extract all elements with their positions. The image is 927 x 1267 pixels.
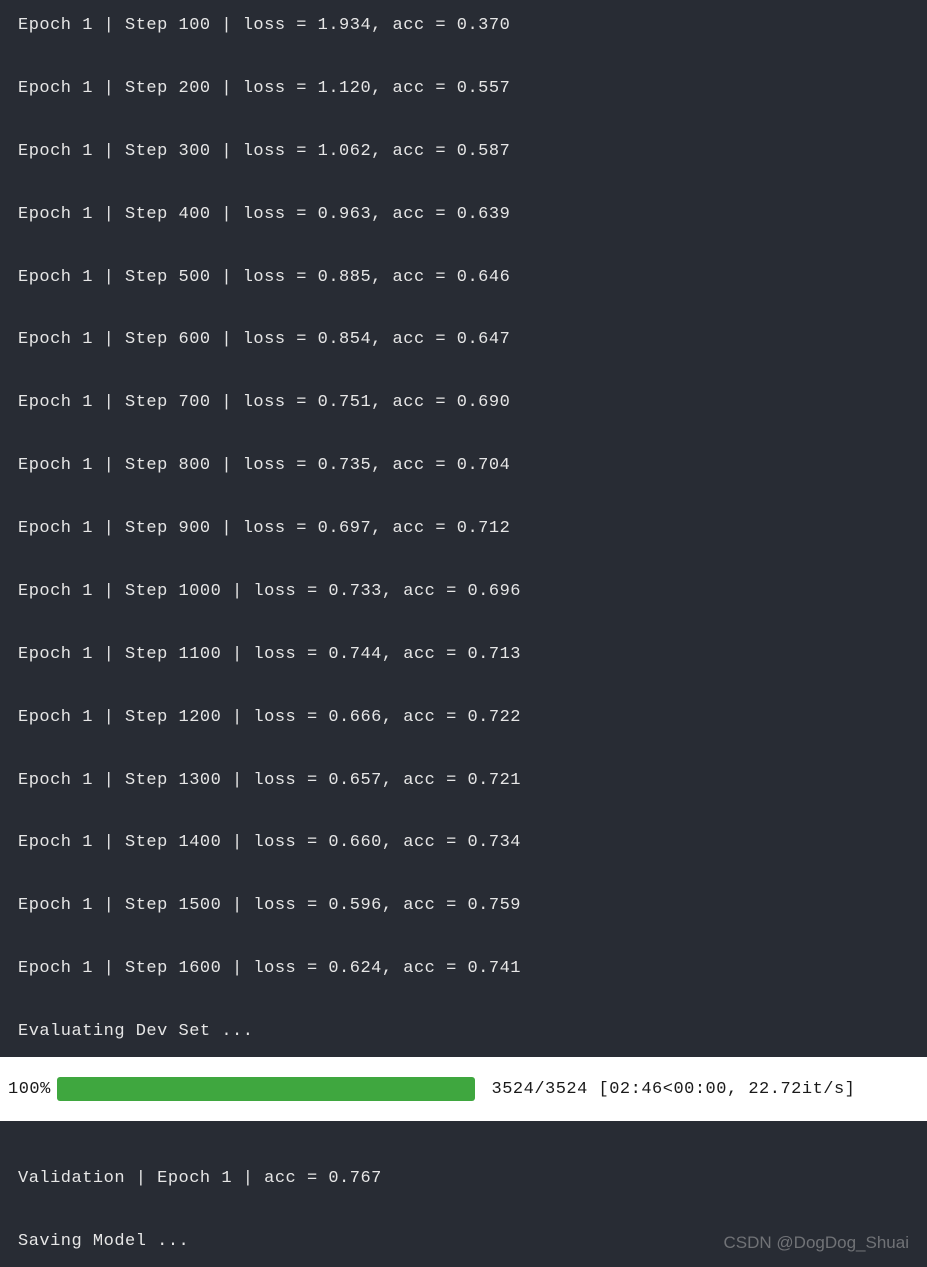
training-log-line: Epoch 1 | Step 1100 | loss = 0.744, acc …: [18, 639, 909, 670]
progress-row: 100% 3524/3524 [02:46<00:00, 22.72it/s]: [0, 1057, 927, 1121]
progress-bar-fill: [57, 1077, 475, 1101]
training-log-line: Epoch 1 | Step 1200 | loss = 0.666, acc …: [18, 702, 909, 733]
training-log-line: Epoch 1 | Step 100 | loss = 1.934, acc =…: [18, 10, 909, 41]
saving-model-line: Saving Model ...: [18, 1226, 909, 1257]
training-log-line: Evaluating Dev Set ...: [18, 1016, 909, 1047]
training-log-line: Epoch 1 | Step 800 | loss = 0.735, acc =…: [18, 450, 909, 481]
training-log-line: Epoch 1 | Step 1400 | loss = 0.660, acc …: [18, 827, 909, 858]
training-log-line: Epoch 1 | Step 200 | loss = 1.120, acc =…: [18, 73, 909, 104]
validation-line: Validation | Epoch 1 | acc = 0.767: [18, 1163, 909, 1194]
training-log-line: Epoch 1 | Step 700 | loss = 0.751, acc =…: [18, 387, 909, 418]
progress-percent: 100%: [8, 1080, 51, 1099]
training-log-line: Epoch 1 | Step 600 | loss = 0.854, acc =…: [18, 324, 909, 355]
training-log-line: Epoch 1 | Step 500 | loss = 0.885, acc =…: [18, 262, 909, 293]
validation-log-block: Validation | Epoch 1 | acc = 0.767 Savin…: [0, 1121, 927, 1267]
training-log-line: Epoch 1 | Step 400 | loss = 0.963, acc =…: [18, 199, 909, 230]
training-log-line: Epoch 1 | Step 1500 | loss = 0.596, acc …: [18, 890, 909, 921]
training-log-block: Epoch 1 | Step 100 | loss = 1.934, acc =…: [0, 0, 927, 1057]
training-log-line: Epoch 1 | Step 1300 | loss = 0.657, acc …: [18, 765, 909, 796]
progress-stats: 3524/3524 [02:46<00:00, 22.72it/s]: [481, 1080, 856, 1099]
progress-bar: [57, 1077, 475, 1101]
training-log-line: Epoch 1 | Step 1000 | loss = 0.733, acc …: [18, 576, 909, 607]
training-log-line: Epoch 1 | Step 300 | loss = 1.062, acc =…: [18, 136, 909, 167]
training-log-line: Epoch 1 | Step 900 | loss = 0.697, acc =…: [18, 513, 909, 544]
training-log-line: Epoch 1 | Step 1600 | loss = 0.624, acc …: [18, 953, 909, 984]
